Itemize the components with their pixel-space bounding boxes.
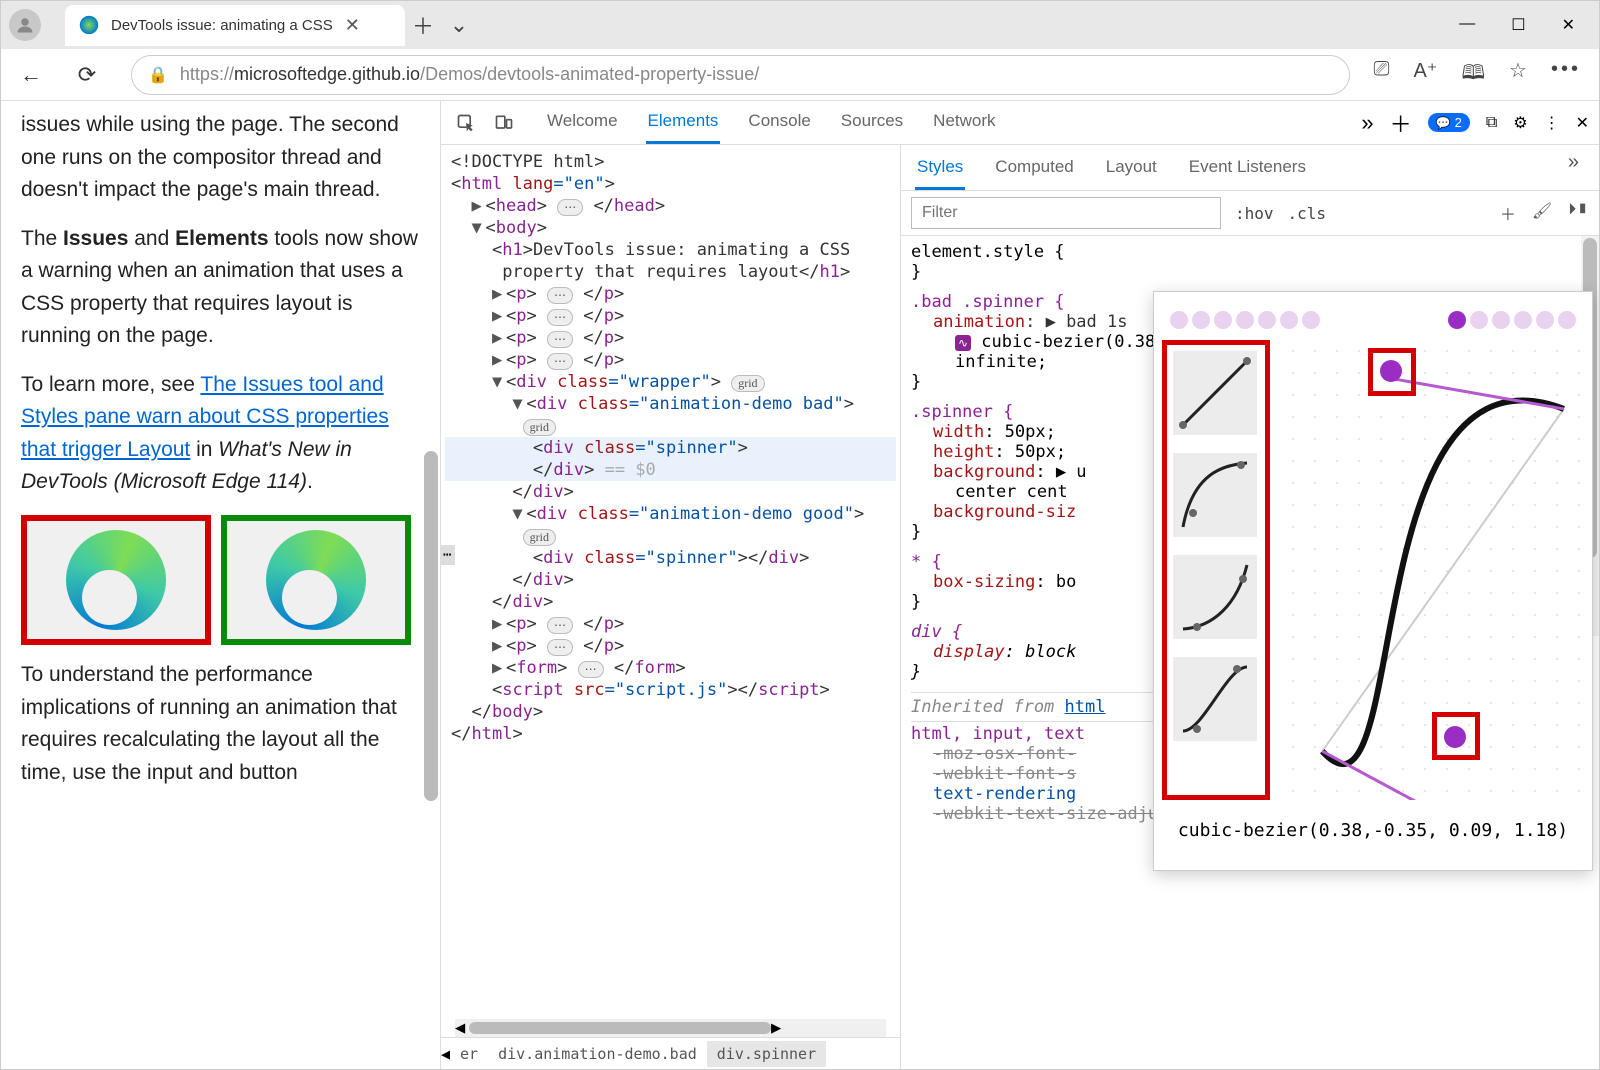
devtools-tabs: Welcome Elements Console Sources Network (545, 101, 998, 144)
bezier-graph[interactable] (1282, 340, 1584, 800)
edge-favicon-icon (79, 15, 99, 35)
omnibox[interactable]: 🔒 https://microsoftedge.github.io/Demos/… (131, 55, 1350, 95)
tab-console[interactable]: Console (746, 101, 812, 144)
reader-icon[interactable]: 🕮 (1461, 58, 1485, 92)
logo-good (221, 515, 411, 645)
kebab-icon[interactable]: ⋮ (1544, 113, 1560, 133)
devtools-toolbar: Welcome Elements Console Sources Network… (441, 101, 1599, 145)
bezier-value: cubic-bezier(0.38,-0.35, 0.09, 1.18) (1162, 800, 1584, 841)
browser-tab[interactable]: DevTools issue: animating a CSS ✕ (65, 5, 405, 46)
panel-icon[interactable]: ⏵▮ (1568, 201, 1589, 225)
brush-icon[interactable]: 🖌 (1532, 201, 1552, 225)
refresh-button[interactable]: ⟳ (67, 55, 107, 95)
tab-title: DevTools issue: animating a CSS (111, 17, 333, 34)
address-bar: ← ⟳ 🔒 https://microsoftedge.github.io/De… (1, 49, 1599, 101)
preset-ease-out[interactable] (1173, 453, 1257, 537)
content-p1: issues while using the page. The second … (21, 109, 420, 207)
tab-sources[interactable]: Sources (839, 101, 905, 144)
preset-linear[interactable] (1173, 351, 1257, 435)
crumb-item-active[interactable]: div.spinner (707, 1041, 826, 1067)
profile-icon[interactable] (9, 9, 41, 41)
styles-tabs: Styles Computed Layout Event Listeners » (901, 145, 1599, 191)
content-scrollbar[interactable] (424, 451, 438, 801)
new-rule-icon[interactable]: ＋ (1500, 201, 1516, 225)
tab-network[interactable]: Network (931, 101, 997, 144)
new-tab-button[interactable]: ＋ (405, 9, 441, 41)
bezier-preview (1162, 300, 1584, 340)
close-tab-icon[interactable]: ✕ (345, 15, 360, 36)
more-icon[interactable]: ••• (1551, 58, 1581, 92)
app-icon[interactable]: ⎚ (1374, 58, 1390, 92)
elements-tree[interactable]: ⋯ <!DOCTYPE html> <html lang="en"> ▶<hea… (441, 145, 901, 1069)
preset-ease-in-out[interactable] (1173, 657, 1257, 741)
tab-menu-button[interactable]: ⌄ (441, 12, 477, 38)
logo-row (21, 515, 420, 645)
minimize-icon[interactable]: ― (1459, 15, 1475, 35)
logo-bad (21, 515, 211, 645)
crumb-item[interactable]: er (450, 1041, 488, 1067)
maximize-icon[interactable]: ☐ (1511, 15, 1525, 35)
devtools: Welcome Elements Console Sources Network… (441, 101, 1599, 1069)
crumb-left-icon[interactable]: ◀ (441, 1045, 450, 1063)
tab-elements[interactable]: Elements (646, 101, 721, 144)
elements-hscroll[interactable]: ◀▶ (455, 1019, 886, 1037)
styles-filter-input[interactable] (911, 197, 1221, 229)
close-window-icon[interactable]: ✕ (1562, 15, 1575, 35)
tab-event-listeners[interactable]: Event Listeners (1187, 151, 1308, 190)
page-content: issues while using the page. The second … (1, 101, 441, 1069)
content-p4: To understand the performance implicatio… (21, 659, 420, 789)
issues-badge[interactable]: 2 (1428, 113, 1470, 132)
preset-ease-in[interactable] (1173, 555, 1257, 639)
more-tabs-icon[interactable]: » (1361, 110, 1373, 136)
bezier-editor: cubic-bezier(0.38,-0.35, 0.09, 1.18) (1153, 291, 1593, 871)
activity-icon[interactable]: ⧉ (1486, 114, 1497, 132)
hov-toggle[interactable]: :hov (1235, 204, 1274, 223)
add-tab-icon[interactable]: ＋ (1390, 107, 1412, 139)
device-icon[interactable] (489, 108, 519, 138)
bezier-presets (1162, 340, 1270, 800)
styles-filter-bar: :hov .cls ＋ 🖌 ⏵▮ (901, 191, 1599, 236)
row-menu-icon[interactable]: ⋯ (441, 545, 455, 565)
tab-layout[interactable]: Layout (1104, 151, 1159, 190)
back-button[interactable]: ← (11, 55, 51, 95)
edge-logo-icon (266, 530, 366, 630)
inspect-icon[interactable] (451, 108, 481, 138)
more-tabs-icon[interactable]: » (1568, 151, 1585, 190)
addrbar-actions: ⎚ A⁺ 🕮 ☆ ••• (1374, 58, 1589, 92)
bezier-icon[interactable]: ∿ (955, 335, 971, 351)
window-controls: ― ☐ ✕ (1459, 15, 1591, 35)
cls-toggle[interactable]: .cls (1288, 204, 1327, 223)
titlebar: DevTools issue: animating a CSS ✕ ＋ ⌄ ― … (1, 1, 1599, 49)
devtools-body: ⋯ <!DOCTYPE html> <html lang="en"> ▶<hea… (441, 145, 1599, 1069)
body-split: issues while using the page. The second … (1, 101, 1599, 1069)
settings-icon[interactable]: ⚙ (1513, 113, 1527, 133)
favorite-icon[interactable]: ☆ (1509, 58, 1527, 92)
content-p3: To learn more, see The Issues tool and S… (21, 369, 420, 499)
url-text: https://microsoftedge.github.io/Demos/de… (180, 64, 759, 85)
content-p2: The Issues and Elements tools now show a… (21, 223, 420, 353)
read-aloud-icon[interactable]: A⁺ (1414, 58, 1438, 92)
tab-welcome[interactable]: Welcome (545, 101, 620, 144)
edge-logo-icon (66, 530, 166, 630)
bezier-handle-1[interactable] (1380, 360, 1402, 382)
bezier-handle-2[interactable] (1444, 726, 1466, 748)
styles-pane: Styles Computed Layout Event Listeners »… (901, 145, 1599, 1069)
tab-computed[interactable]: Computed (993, 151, 1075, 190)
breadcrumb: ◀ er div.animation-demo.bad div.spinner (441, 1037, 900, 1069)
browser-window: DevTools issue: animating a CSS ✕ ＋ ⌄ ― … (0, 0, 1600, 1070)
close-devtools-icon[interactable]: ✕ (1576, 113, 1589, 133)
lock-icon: 🔒 (148, 65, 168, 85)
toolbar-right: » ＋ 2 ⧉ ⚙ ⋮ ✕ (1361, 107, 1589, 139)
tab-styles[interactable]: Styles (915, 151, 965, 190)
crumb-item[interactable]: div.animation-demo.bad (488, 1041, 707, 1067)
